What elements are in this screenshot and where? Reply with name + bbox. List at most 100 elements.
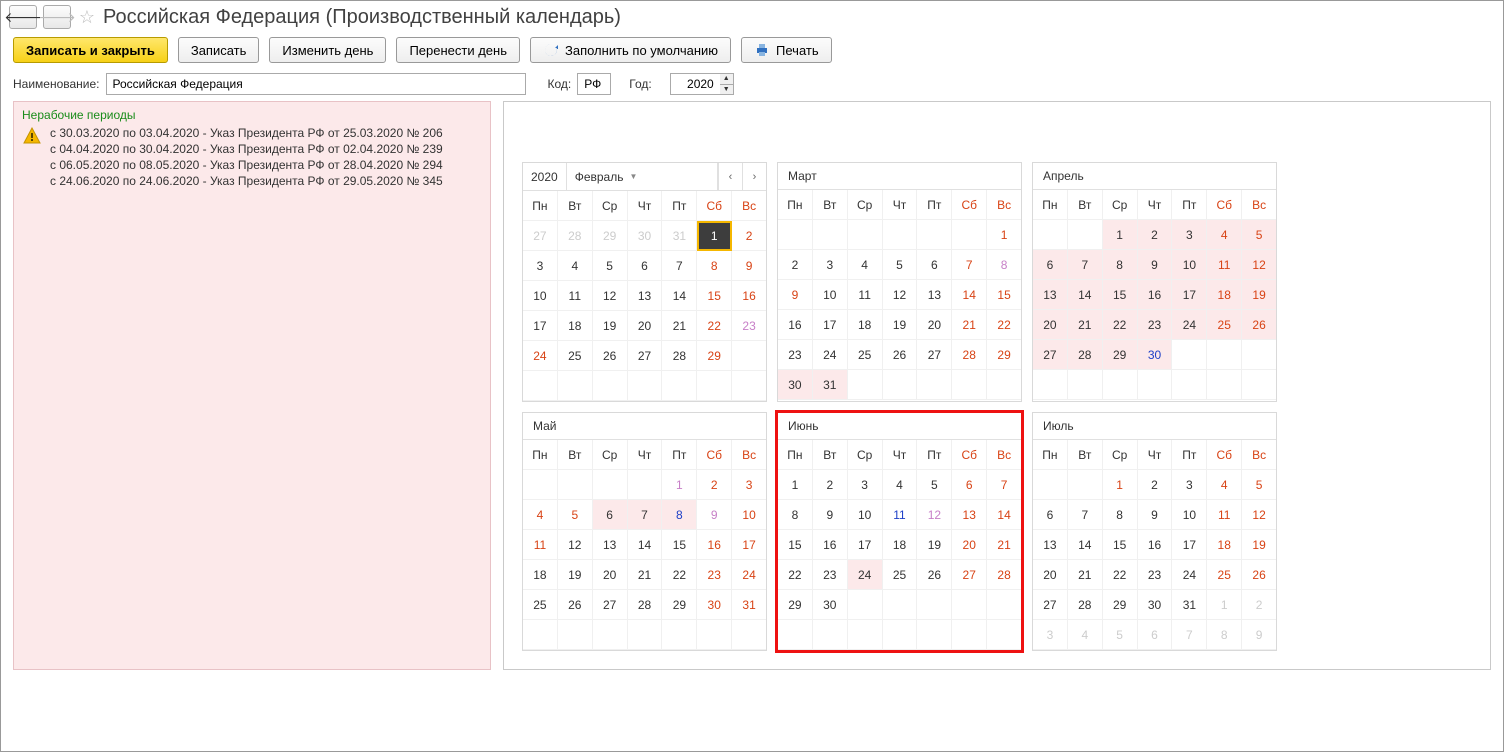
day-cell[interactable]: 2 [813,470,848,500]
day-cell[interactable]: 8 [778,500,813,530]
day-cell[interactable]: 12 [558,530,593,560]
day-cell[interactable]: 31 [1172,590,1207,620]
day-cell[interactable]: 11 [1207,250,1242,280]
day-cell[interactable]: 26 [1242,560,1276,590]
day-cell[interactable]: 8 [1103,500,1138,530]
day-cell[interactable]: 3 [1033,620,1068,650]
day-cell[interactable]: 13 [628,281,663,311]
day-cell[interactable]: 18 [883,530,918,560]
day-cell[interactable]: 28 [662,341,697,371]
day-cell[interactable]: 11 [883,500,918,530]
fill-default-button[interactable]: Заполнить по умолчанию [530,37,731,63]
day-cell[interactable]: 7 [1068,250,1103,280]
day-cell[interactable]: 10 [1172,500,1207,530]
day-cell[interactable]: 2 [778,250,813,280]
year-up-button[interactable]: ▲ [720,74,733,85]
day-cell[interactable]: 21 [1068,560,1103,590]
day-cell[interactable]: 15 [1103,530,1138,560]
day-cell[interactable]: 1 [1207,590,1242,620]
day-cell[interactable]: 8 [1103,250,1138,280]
day-cell[interactable]: 9 [1138,250,1173,280]
month-next-button[interactable]: › [742,163,766,190]
day-cell[interactable]: 5 [917,470,952,500]
day-cell[interactable]: 30 [813,590,848,620]
day-cell[interactable]: 10 [848,500,883,530]
day-cell[interactable]: 2 [697,470,732,500]
day-cell[interactable]: 8 [1207,620,1242,650]
day-cell[interactable]: 19 [1242,530,1276,560]
day-cell[interactable]: 20 [917,310,952,340]
day-cell[interactable]: 6 [628,251,663,281]
day-cell[interactable]: 29 [1103,340,1138,370]
day-cell[interactable]: 1 [1103,470,1138,500]
year-input[interactable] [670,73,720,95]
day-cell[interactable]: 30 [1138,590,1173,620]
day-cell[interactable]: 16 [697,530,732,560]
day-cell[interactable]: 5 [1242,470,1276,500]
day-cell[interactable]: 9 [813,500,848,530]
day-cell[interactable]: 14 [1068,530,1103,560]
save-button[interactable]: Записать [178,37,260,63]
day-cell[interactable]: 23 [778,340,813,370]
print-button[interactable]: Печать [741,37,832,63]
day-cell[interactable]: 8 [662,500,697,530]
day-cell[interactable]: 22 [778,560,813,590]
day-cell[interactable]: 7 [1172,620,1207,650]
day-cell[interactable]: 20 [1033,560,1068,590]
day-cell[interactable]: 26 [917,560,952,590]
day-cell[interactable]: 2 [1138,220,1173,250]
day-cell[interactable]: 13 [917,280,952,310]
day-cell[interactable]: 31 [813,370,848,400]
day-cell[interactable]: 27 [523,221,558,251]
day-cell[interactable]: 29 [1103,590,1138,620]
day-cell[interactable]: 4 [1207,220,1242,250]
day-cell[interactable]: 30 [628,221,663,251]
day-cell[interactable]: 15 [697,281,732,311]
day-cell[interactable]: 7 [1068,500,1103,530]
day-cell[interactable]: 4 [883,470,918,500]
day-cell[interactable]: 29 [662,590,697,620]
day-cell[interactable]: 6 [1033,250,1068,280]
day-cell[interactable]: 14 [952,280,987,310]
day-cell[interactable]: 13 [593,530,628,560]
day-cell[interactable]: 9 [778,280,813,310]
day-cell[interactable]: 24 [1172,560,1207,590]
day-cell[interactable]: 23 [1138,560,1173,590]
day-cell[interactable]: 27 [952,560,987,590]
day-cell[interactable]: 25 [558,341,593,371]
day-cell[interactable]: 19 [1242,280,1276,310]
day-cell[interactable]: 7 [628,500,663,530]
day-cell[interactable]: 25 [1207,310,1242,340]
day-cell[interactable]: 14 [987,500,1021,530]
day-cell[interactable]: 17 [1172,530,1207,560]
day-cell[interactable]: 14 [662,281,697,311]
day-cell[interactable]: 18 [1207,280,1242,310]
day-cell[interactable]: 4 [523,500,558,530]
year-down-button[interactable]: ▼ [720,85,733,95]
day-cell[interactable]: 11 [558,281,593,311]
day-cell[interactable]: 12 [1242,250,1276,280]
month-name-dropdown[interactable]: Февраль▼ [567,163,718,190]
day-cell[interactable]: 10 [1172,250,1207,280]
day-cell[interactable]: 8 [697,251,732,281]
day-cell[interactable]: 1 [1103,220,1138,250]
day-cell[interactable]: 22 [697,311,732,341]
day-cell[interactable]: 7 [952,250,987,280]
day-cell[interactable]: 28 [1068,590,1103,620]
day-cell[interactable]: 20 [593,560,628,590]
day-cell[interactable]: 22 [662,560,697,590]
code-input[interactable] [577,73,611,95]
day-cell[interactable]: 6 [952,470,987,500]
day-cell[interactable]: 20 [952,530,987,560]
change-day-button[interactable]: Изменить день [269,37,386,63]
day-cell[interactable]: 20 [1033,310,1068,340]
day-cell[interactable]: 6 [593,500,628,530]
day-cell[interactable]: 17 [848,530,883,560]
day-cell[interactable]: 30 [1138,340,1173,370]
day-cell[interactable]: 13 [1033,280,1068,310]
day-cell[interactable]: 3 [523,251,558,281]
day-cell[interactable]: 23 [732,311,766,341]
day-cell[interactable]: 18 [523,560,558,590]
day-cell[interactable]: 25 [523,590,558,620]
day-cell[interactable]: 3 [848,470,883,500]
